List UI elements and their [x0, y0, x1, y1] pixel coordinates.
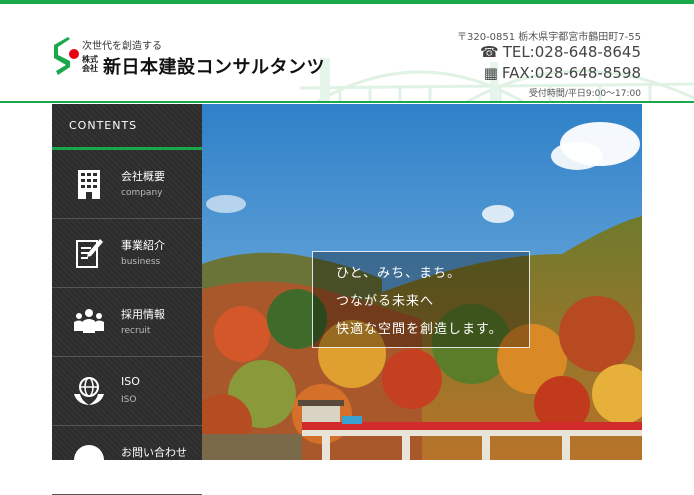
catch-line-1: ひと、みち、まち。 — [336, 266, 462, 281]
phone-icon: ☎ — [480, 43, 499, 61]
sidebar-item-label: お問い合わせ — [121, 446, 187, 459]
fax-number: ▦ FAX:028-648-8598 — [484, 64, 641, 82]
site-header: 次世代を創造する 株式会社 新日本建設コンサルタンツ 〒320-0851 栃木県… — [0, 4, 694, 102]
sidebar-item-sublabel: business — [121, 257, 161, 267]
sidebar-nav: CONTENTS 会社概要 company 事業紹介 business 採用情報… — [52, 104, 202, 495]
tagline: 次世代を創造する — [82, 41, 162, 52]
sidebar-item-company[interactable]: 会社概要 company — [52, 150, 202, 219]
tel-text: TEL:028-648-8645 — [502, 43, 641, 61]
sidebar-item-sublabel: company — [121, 188, 163, 198]
sidebar-item-iso[interactable]: ISO ISO — [52, 357, 202, 426]
sidebar-item-label: 会社概要 — [121, 170, 165, 183]
document-pen-icon — [76, 239, 103, 268]
tel-number[interactable]: ☎ TEL:028-648-8645 — [480, 43, 641, 61]
sidebar-item-contact[interactable]: お問い合わせ — [52, 426, 202, 495]
sidebar-item-label: 採用情報 — [121, 308, 165, 321]
company-logo-icon — [54, 37, 79, 75]
people-icon — [74, 309, 104, 333]
sidebar-item-label: ISO — [121, 375, 140, 388]
sidebar-heading: CONTENTS — [52, 104, 202, 150]
company-type: 株式会社 — [82, 55, 98, 73]
catch-line-3: 快適な空間を創造します。 — [336, 322, 503, 337]
sidebar-item-label: 事業紹介 — [121, 239, 165, 252]
catch-line-2: つながる未来へ — [336, 294, 435, 309]
sidebar-item-sublabel: recruit — [121, 326, 151, 336]
fax-text: FAX:028-648-8598 — [501, 64, 641, 82]
hero-catchcopy: ひと、みち、まち。 つながる未来へ 快適な空間を創造します。 — [312, 251, 530, 348]
sidebar-item-business[interactable]: 事業紹介 business — [52, 219, 202, 288]
sidebar-item-recruit[interactable]: 採用情報 recruit — [52, 288, 202, 357]
building-icon — [78, 170, 100, 199]
globe-hands-icon — [74, 377, 104, 405]
mail-icon — [74, 445, 104, 475]
company-name[interactable]: 新日本建設コンサルタンツ — [103, 53, 325, 79]
header-divider — [0, 101, 694, 103]
address: 〒320-0851 栃木県宇都宮市鶴田町7-55 — [456, 32, 641, 43]
business-hours: 受付時間/平日9:00～17:00 — [528, 89, 641, 99]
sidebar-item-sublabel: ISO — [121, 395, 137, 405]
fax-icon: ▦ — [483, 64, 498, 82]
